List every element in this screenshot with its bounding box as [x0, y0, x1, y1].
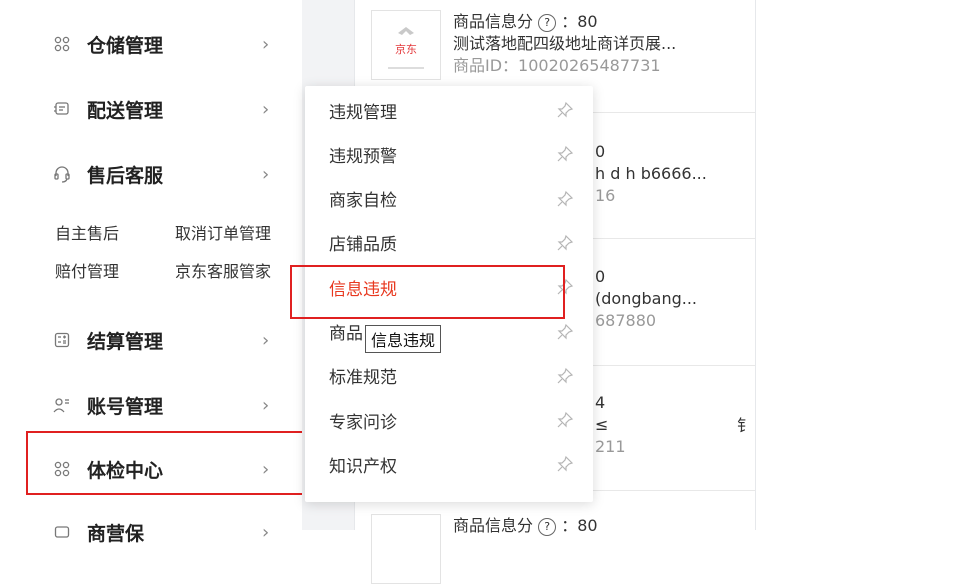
submenu-item-label: 知识产权 — [329, 456, 397, 477]
product-id: 16 — [595, 186, 616, 205]
grid-icon — [53, 35, 71, 53]
submenu-item-violation-management[interactable]: 违规管理 — [329, 90, 579, 130]
product-id: 687880 — [595, 311, 657, 330]
pin-icon[interactable] — [555, 189, 575, 209]
submenu-item-label: 商品 — [329, 324, 363, 344]
sidebar-item-aftersale[interactable]: 售后客服 › — [0, 154, 302, 194]
help-icon[interactable]: ? — [538, 517, 557, 536]
submenu-item-label: 店铺品质 — [329, 235, 397, 256]
cut-off-text: 钅 — [737, 416, 754, 435]
sidebar-item-label: 结算管理 — [87, 330, 164, 353]
submenu-item-standards[interactable]: 标准规范 — [329, 356, 579, 396]
calculator-icon — [53, 331, 71, 349]
link-cancel-order[interactable]: 取消订单管理 — [175, 220, 271, 244]
submenu-item-label: 标准规范 — [329, 368, 397, 389]
svg-text:京东: 京东 — [395, 42, 417, 56]
submenu-item-label: 专家问诊 — [329, 412, 397, 433]
score-label: 商品信息分 — [453, 12, 534, 31]
score-value: 80 — [577, 12, 598, 31]
link-compensation[interactable]: 赔付管理 — [55, 258, 119, 282]
product-title[interactable]: 测试落地配四级地址商详页展... — [453, 33, 676, 55]
product-id: 211 — [595, 437, 626, 456]
pin-icon[interactable] — [555, 410, 575, 430]
chevron-right-icon: › — [262, 394, 270, 416]
chevron-right-icon: › — [262, 521, 270, 543]
sidebar-item-label: 账号管理 — [87, 395, 164, 418]
sidebar-item-shangyingbao[interactable]: 商营保 › — [0, 512, 302, 552]
sidebar-item-label: 售后客服 — [87, 164, 164, 187]
sidebar-item-account[interactable]: 账号管理 › — [0, 385, 302, 425]
submenu-item-label: 违规管理 — [329, 102, 397, 123]
product-info-partial: 0 (dongbang... 687880 — [595, 266, 697, 332]
score-label: 商品信息分 — [453, 516, 534, 535]
sidebar-item-label: 商营保 — [87, 522, 145, 545]
link-self-aftersale[interactable]: 自主售后 — [55, 220, 119, 244]
product-title[interactable]: ≤ — [595, 414, 626, 436]
highlight-health-check — [26, 431, 328, 495]
jd-logo-icon: 京东 — [388, 27, 424, 69]
user-icon — [53, 396, 71, 414]
link-jd-service-butler[interactable]: 京东客服管家 — [175, 258, 271, 282]
sidebar-item-warehouse[interactable]: 仓储管理 › — [0, 24, 302, 64]
sidebar-item-delivery[interactable]: 配送管理 › — [0, 89, 302, 129]
product-id: 商品ID：10020265487731 — [453, 56, 661, 75]
headset-icon — [53, 165, 71, 183]
pin-icon[interactable] — [555, 322, 575, 342]
score-value: 0 — [595, 142, 606, 161]
product-title[interactable]: h d h b6666... — [595, 163, 707, 185]
chevron-right-icon: › — [262, 98, 270, 120]
product-info-partial: 4 ≤ 211 — [595, 392, 626, 458]
score-value: 0 — [595, 267, 606, 286]
product-info: 商品信息分 ? ：80 测试落地配四级地址商详页展... 商品ID：100202… — [453, 12, 677, 75]
submenu-item-label: 违规预警 — [329, 146, 397, 167]
chevron-right-icon: › — [262, 329, 270, 351]
pin-icon[interactable] — [555, 144, 575, 164]
score-value: 80 — [577, 516, 598, 535]
sidebar-item-label: 仓储管理 — [87, 34, 164, 57]
pin-icon[interactable] — [555, 100, 575, 120]
pin-icon[interactable] — [555, 454, 575, 474]
pin-icon[interactable] — [555, 233, 575, 253]
delivery-icon — [53, 100, 71, 118]
shield-icon — [53, 523, 71, 541]
submenu-item-expert-consultation[interactable]: 专家问诊 — [329, 400, 579, 440]
product-title[interactable]: (dongbang... — [595, 288, 697, 310]
submenu-item-violation-warning[interactable]: 违规预警 — [329, 134, 579, 174]
sidebar-item-label: 配送管理 — [87, 99, 164, 122]
submenu-item-merchant-self-check[interactable]: 商家自检 — [329, 179, 579, 219]
tooltip: 信息违规 — [365, 325, 442, 353]
product-info: 商品信息分 ? ：80 — [453, 516, 598, 536]
product-thumbnail[interactable] — [371, 514, 441, 584]
submenu-item-intellectual-property[interactable]: 知识产权 — [329, 444, 579, 484]
highlight-info-violation — [290, 265, 565, 319]
help-icon[interactable]: ? — [538, 13, 557, 32]
chevron-right-icon: › — [262, 33, 270, 55]
score-value: 4 — [595, 393, 606, 412]
submenu-item-store-quality[interactable]: 店铺品质 — [329, 223, 579, 263]
sidebar-item-settlement[interactable]: 结算管理 › — [0, 320, 302, 360]
product-thumbnail[interactable]: 京东 — [371, 10, 441, 80]
submenu-item-label: 商家自检 — [329, 191, 397, 212]
pin-icon[interactable] — [555, 366, 575, 386]
chevron-right-icon: › — [262, 163, 270, 185]
product-info-partial: 0 h d h b6666... 16 — [595, 141, 707, 207]
